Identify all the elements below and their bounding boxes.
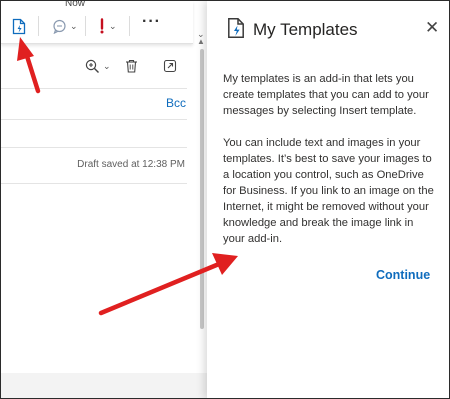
panel-header: My Templates ✕ bbox=[207, 1, 449, 61]
now-label: Now bbox=[65, 0, 86, 9]
compose-footer bbox=[1, 373, 207, 398]
draft-status: Draft saved at 12:38 PM bbox=[77, 159, 185, 170]
divider bbox=[1, 147, 187, 148]
add-in-pane: My Templates ✕ My templates is an add-in… bbox=[207, 1, 449, 398]
toolbar-divider bbox=[129, 16, 130, 36]
toolbar-divider bbox=[85, 16, 86, 36]
divider bbox=[1, 119, 187, 120]
exclamation-icon bbox=[100, 18, 104, 34]
close-icon[interactable]: ✕ bbox=[425, 19, 439, 36]
panel-title: My Templates bbox=[253, 20, 358, 39]
discard-button[interactable] bbox=[125, 59, 138, 73]
more-options-button[interactable]: ··· bbox=[142, 13, 161, 31]
screenshot-frame: Now ⌄ ⌄ ··· ⌄ ▲ ⌄ Bcc Draft saved at 12:… bbox=[0, 0, 450, 399]
document-lightning-icon bbox=[12, 18, 26, 34]
pop-out-icon bbox=[163, 59, 177, 73]
guidance-paragraph: You can include text and images in your … bbox=[223, 137, 434, 245]
compose-pane: Now ⌄ ⌄ ··· ⌄ ▲ ⌄ Bcc Draft saved at 12:… bbox=[1, 1, 207, 398]
chevron-down-icon[interactable]: ⌄ bbox=[103, 61, 111, 72]
toolbar-divider bbox=[38, 16, 39, 36]
chevron-down-icon[interactable]: ⌄ bbox=[70, 21, 78, 32]
chat-button[interactable]: ⌄ bbox=[52, 15, 78, 37]
trash-icon bbox=[126, 59, 137, 73]
compose-toolbar: Now ⌄ ⌄ ··· bbox=[1, 1, 193, 44]
importance-button[interactable]: ⌄ bbox=[98, 15, 117, 37]
my-templates-button[interactable] bbox=[12, 15, 26, 37]
bcc-button[interactable]: Bcc bbox=[166, 96, 186, 110]
scrollbar[interactable] bbox=[199, 49, 205, 329]
scrollbar-thumb[interactable] bbox=[200, 49, 204, 329]
document-lightning-icon bbox=[228, 18, 244, 38]
panel-description: My templates is an add-in that lets you … bbox=[223, 71, 437, 263]
zoom-in-icon bbox=[85, 59, 99, 73]
continue-button[interactable]: Continue bbox=[376, 268, 430, 282]
chat-bubble-icon bbox=[53, 19, 66, 34]
scroll-up-icon[interactable]: ▲ bbox=[197, 37, 205, 46]
zoom-button[interactable]: ⌄ bbox=[85, 59, 111, 74]
chevron-down-icon[interactable]: ⌄ bbox=[109, 21, 117, 32]
divider bbox=[1, 88, 187, 89]
intro-paragraph: My templates is an add-in that lets you … bbox=[223, 73, 429, 117]
divider bbox=[1, 183, 187, 184]
pop-out-button[interactable] bbox=[163, 59, 177, 73]
